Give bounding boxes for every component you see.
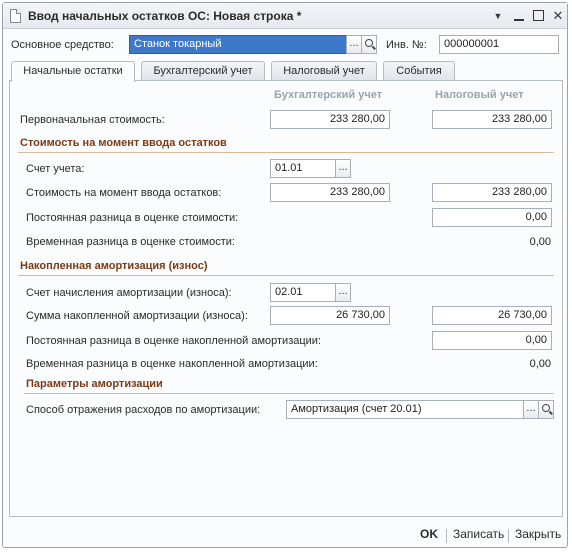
dialog-footer: OK Записать Закрыть bbox=[3, 523, 567, 547]
initial-cost-tax-input[interactable]: 233 280,00 bbox=[432, 110, 552, 129]
account-label: Счет учета: bbox=[26, 163, 85, 175]
depr-sum-label: Сумма накопленной амортизации (износа): bbox=[26, 310, 248, 322]
search-icon bbox=[365, 39, 373, 47]
save-button[interactable]: Записать bbox=[453, 527, 504, 541]
account-select-button[interactable]: ... bbox=[335, 159, 351, 178]
tab-initial-balances[interactable]: Начальные остатки bbox=[11, 61, 135, 82]
depr-sum-accounting-input[interactable]: 26 730,00 bbox=[270, 306, 390, 325]
document-icon bbox=[10, 9, 21, 23]
tab-events[interactable]: События bbox=[383, 61, 455, 81]
close-icon[interactable]: ✕ bbox=[549, 7, 567, 25]
asset-select-button[interactable]: ... bbox=[346, 35, 362, 54]
footer-divider bbox=[508, 529, 509, 543]
temp-diff-depr-label: Временная разница в оценке накопленной а… bbox=[26, 358, 318, 370]
column-header-tax: Налоговый учет bbox=[435, 89, 524, 101]
section-title-depreciation: Накопленная амортизация (износ) bbox=[20, 260, 208, 272]
depr-method-select-button[interactable]: ... bbox=[523, 400, 539, 419]
inv-number-input[interactable]: 000000001 bbox=[439, 35, 559, 54]
title-bar: Ввод начальных остатков ОС: Новая строка… bbox=[3, 3, 567, 29]
maximize-icon[interactable] bbox=[530, 7, 548, 25]
initial-cost-accounting-input[interactable]: 233 280,00 bbox=[270, 110, 390, 129]
tab-panel: Бухгалтерский учет Налоговый учет Первон… bbox=[9, 80, 563, 517]
tab-accounting[interactable]: Бухгалтерский учет bbox=[141, 61, 265, 81]
section-divider bbox=[18, 152, 554, 153]
inv-label: Инв. №: bbox=[386, 39, 427, 51]
depr-account-input[interactable]: 02.01 bbox=[270, 283, 336, 302]
asset-open-button[interactable] bbox=[361, 35, 377, 54]
perm-diff-depr-label: Постоянная разница в оценке накопленной … bbox=[26, 335, 322, 347]
account-input[interactable]: 01.01 bbox=[270, 159, 336, 178]
section-title-params: Параметры амортизации bbox=[26, 378, 163, 390]
temp-diff-depr-value: 0,00 bbox=[529, 358, 551, 370]
ok-button[interactable]: OK bbox=[420, 527, 438, 541]
depr-account-select-button[interactable]: ... bbox=[335, 283, 351, 302]
temp-diff-cost-value: 0,00 bbox=[529, 236, 551, 248]
tab-strip: Начальные остатки Бухгалтерский учет Нал… bbox=[9, 61, 565, 82]
column-header-accounting: Бухгалтерский учет bbox=[274, 89, 383, 101]
section-divider bbox=[24, 393, 554, 394]
window-menu-icon[interactable]: ▼ bbox=[489, 7, 507, 25]
perm-diff-depr-input[interactable]: 0,00 bbox=[432, 331, 552, 350]
section-title-cost: Стоимость на момент ввода остатков bbox=[20, 137, 227, 149]
depr-sum-tax-input[interactable]: 26 730,00 bbox=[432, 306, 552, 325]
depr-method-open-button[interactable] bbox=[538, 400, 554, 419]
temp-diff-cost-label: Временная разница в оценке стоимости: bbox=[26, 236, 235, 248]
search-icon bbox=[542, 404, 550, 412]
perm-diff-cost-input[interactable]: 0,00 bbox=[432, 208, 552, 227]
cost-at-entry-label: Стоимость на момент ввода остатков: bbox=[26, 187, 222, 199]
cost-at-entry-tax-input[interactable]: 233 280,00 bbox=[432, 183, 552, 202]
initial-cost-label: Первоначальная стоимость: bbox=[20, 114, 165, 126]
minimize-icon[interactable] bbox=[510, 7, 528, 25]
depr-method-input[interactable]: Амортизация (счет 20.01) bbox=[286, 400, 524, 419]
cost-at-entry-accounting-input[interactable]: 233 280,00 bbox=[270, 183, 390, 202]
footer-divider bbox=[446, 529, 447, 543]
asset-label: Основное средство: bbox=[11, 39, 114, 51]
depr-method-label: Способ отражения расходов по амортизации… bbox=[26, 404, 261, 416]
tab-tax[interactable]: Налоговый учет bbox=[271, 61, 377, 81]
depr-account-label: Счет начисления амортизации (износа): bbox=[26, 287, 232, 299]
section-divider bbox=[18, 275, 554, 276]
perm-diff-cost-label: Постоянная разница в оценке стоимости: bbox=[26, 212, 239, 224]
asset-input[interactable]: Станок токарный bbox=[129, 35, 347, 54]
dialog-window: Ввод начальных остатков ОС: Новая строка… bbox=[2, 2, 568, 548]
window-title: Ввод начальных остатков ОС: Новая строка… bbox=[28, 9, 302, 23]
close-button[interactable]: Закрыть bbox=[515, 527, 561, 541]
